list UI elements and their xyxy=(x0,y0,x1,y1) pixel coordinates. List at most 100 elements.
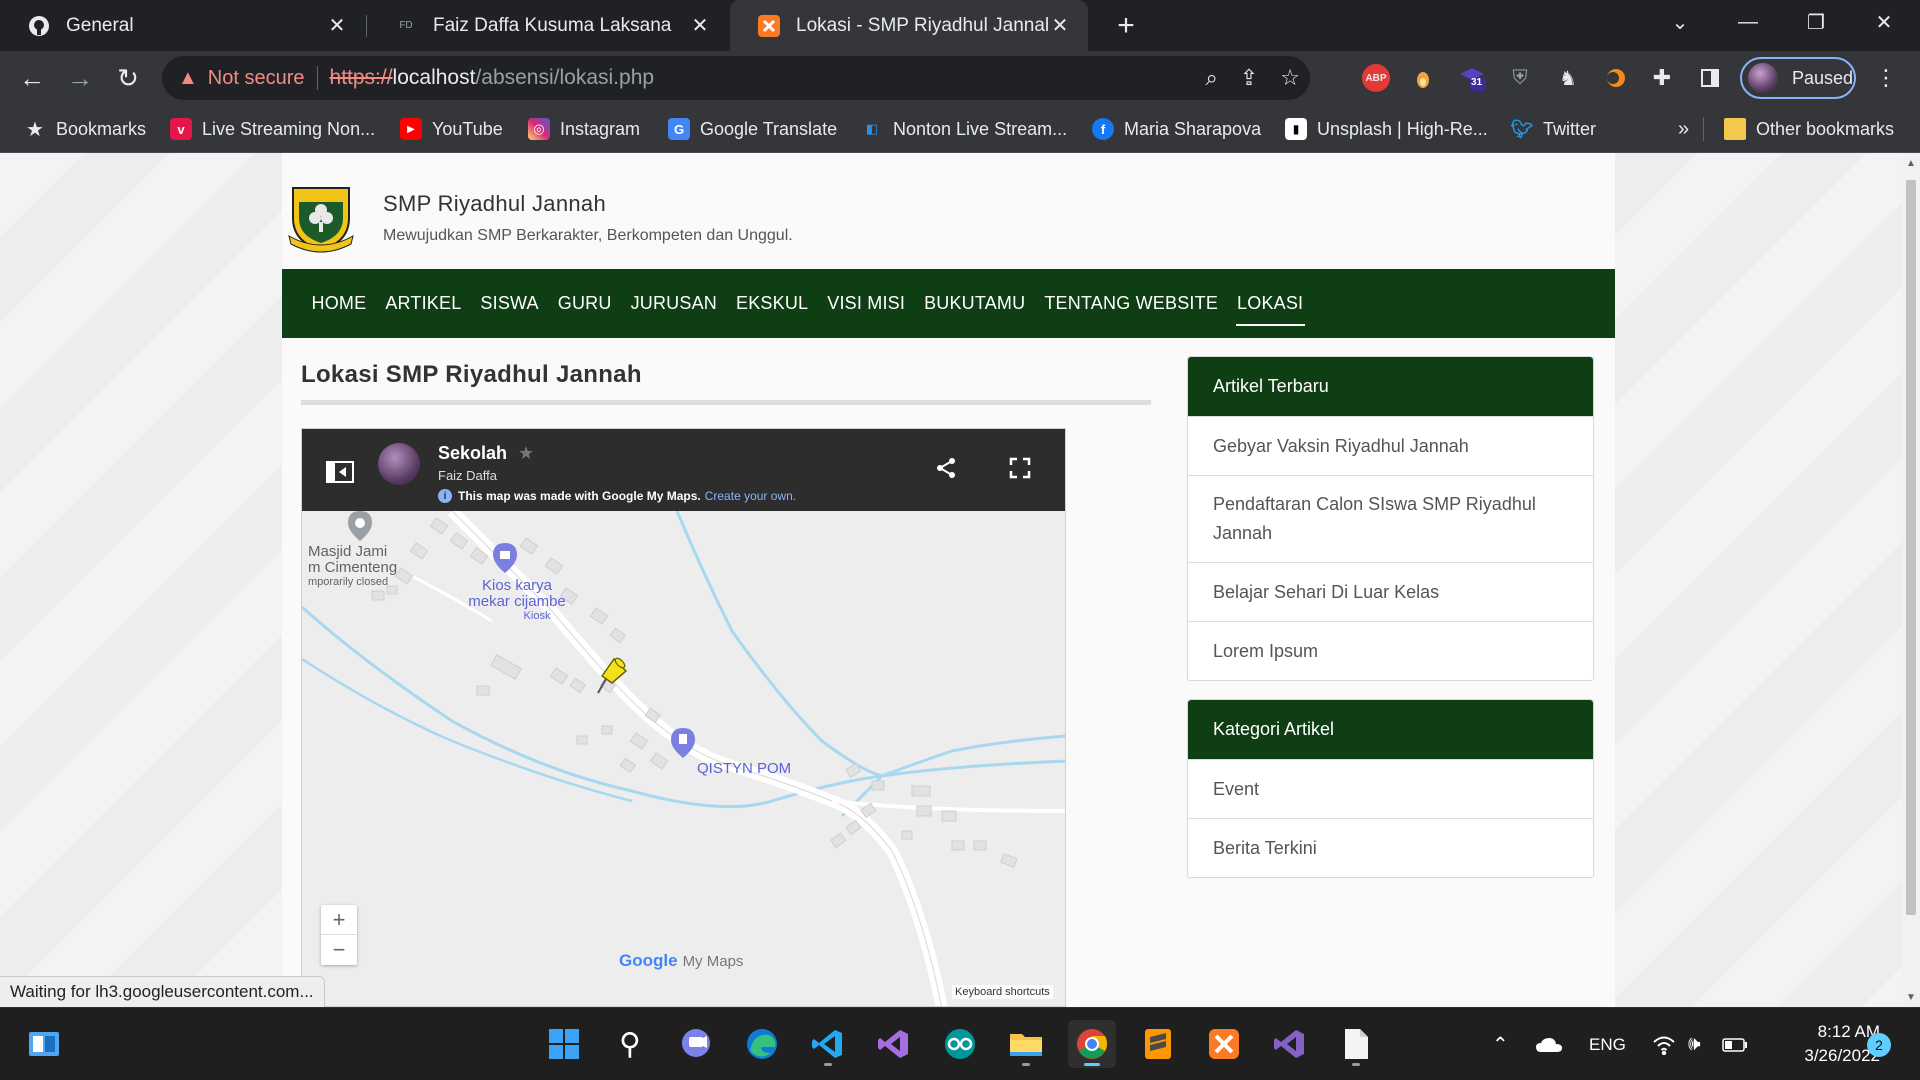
nav-bukutamu[interactable]: BUKUTAMU xyxy=(915,269,1035,338)
forward-icon[interactable]: → xyxy=(62,60,98,96)
place-label-mosque[interactable]: Masjid Jami m Cimenteng mporarily closed xyxy=(308,544,397,589)
address-divider xyxy=(316,66,318,90)
nav-jurusan[interactable]: JURUSAN xyxy=(621,269,726,338)
nav-visi-misi[interactable]: VISI MISI xyxy=(818,269,915,338)
tab-general[interactable]: General ✕ xyxy=(0,0,365,51)
menu-kebab-icon[interactable]: ⋮ xyxy=(1872,64,1900,92)
site-name[interactable]: SMP Riyadhul Jannah xyxy=(383,191,793,217)
list-item[interactable]: Belajar Sehari Di Luar Kelas xyxy=(1188,562,1593,621)
scroll-thumb[interactable] xyxy=(1906,180,1916,915)
language-indicator[interactable]: ENG xyxy=(1589,1008,1626,1080)
bookmark-item[interactable]: ◎ Instagram xyxy=(528,105,640,153)
notification-badge[interactable]: 2 xyxy=(1867,1033,1891,1057)
list-item[interactable]: Lorem Ipsum xyxy=(1188,621,1593,680)
create-map-link[interactable]: Create your own. xyxy=(705,489,796,503)
bookmark-item[interactable]: ▮ Unsplash | High-Re... xyxy=(1285,105,1488,153)
close-icon[interactable]: ✕ xyxy=(688,14,712,38)
bookmark-item[interactable]: ▶ YouTube xyxy=(400,105,503,153)
chrome-icon[interactable] xyxy=(1068,1020,1116,1068)
teams-chat-icon[interactable] xyxy=(672,1020,720,1068)
nav-lokasi[interactable]: LOKASI xyxy=(1228,269,1313,338)
list-item[interactable]: Pendaftaran Calon SIswa SMP Riyadhul Jan… xyxy=(1188,475,1593,562)
new-tab-button[interactable]: + xyxy=(1108,8,1144,44)
nav-tentang-website[interactable]: TENTANG WEBSITE xyxy=(1035,269,1228,338)
onedrive-icon[interactable] xyxy=(1535,1008,1563,1080)
tab-lokasi[interactable]: Lokasi - SMP Riyadhul Jannah ✕ xyxy=(730,0,1088,51)
tab-title: Lokasi - SMP Riyadhul Jannah xyxy=(796,14,1048,36)
place-label-kiosk[interactable]: Kios karya mekar cijambe Kiosk xyxy=(462,578,572,623)
place-label-fuel[interactable]: QISTYN POM xyxy=(697,760,791,777)
security-label[interactable]: Not secure xyxy=(208,67,305,90)
list-item[interactable]: Event xyxy=(1188,759,1593,818)
bookmark-item[interactable]: v Live Streaming Non... xyxy=(170,105,375,153)
bookmark-item[interactable]: G Google Translate xyxy=(668,105,837,153)
side-panel-icon[interactable] xyxy=(1696,64,1724,92)
map-embed[interactable]: Sekolah ★ Faiz Daffa i This map was made… xyxy=(301,428,1066,1007)
volume-icon[interactable]: 🕪︎ xyxy=(1688,1008,1701,1080)
scroll-down-icon[interactable]: ▼ xyxy=(1902,989,1920,1005)
visual-studio-icon[interactable] xyxy=(1266,1020,1314,1068)
scroll-up-icon[interactable]: ▲ xyxy=(1902,155,1920,171)
extension-figure-icon[interactable]: ♞ xyxy=(1554,64,1582,92)
restore-icon[interactable]: ❐ xyxy=(1788,0,1844,44)
nav-siswa[interactable]: SISWA xyxy=(471,269,548,338)
bookmark-item[interactable]: ◧ Nonton Live Stream... xyxy=(861,105,1067,153)
list-item[interactable]: Gebyar Vaksin Riyadhul Jannah xyxy=(1188,416,1593,475)
edge-icon[interactable] xyxy=(738,1020,786,1068)
bookmark-star-icon[interactable]: ☆ xyxy=(1280,65,1300,91)
bookmark-label: Nonton Live Stream... xyxy=(893,118,1068,139)
start-icon[interactable] xyxy=(540,1020,588,1068)
zoom-out-button[interactable]: − xyxy=(321,935,357,965)
address-bar[interactable]: ▲ Not secure https:// localhost /absensi… xyxy=(162,56,1310,100)
keyboard-shortcuts-link[interactable]: Keyboard shortcuts xyxy=(952,985,1053,999)
fullscreen-icon[interactable] xyxy=(1009,457,1031,484)
bookmark-item[interactable]: 🐦︎ Twitter xyxy=(1511,105,1596,153)
wifi-icon[interactable] xyxy=(1652,1008,1676,1080)
map-legend-toggle-icon[interactable] xyxy=(326,461,354,488)
other-bookmarks[interactable]: Other bookmarks xyxy=(1724,105,1894,153)
star-icon[interactable]: ★ xyxy=(518,443,534,464)
close-icon[interactable]: ✕ xyxy=(1048,14,1072,38)
battery-icon[interactable] xyxy=(1722,1008,1748,1080)
tab-faiz[interactable]: FD Faiz Daffa Kusuma Laksana ✕ xyxy=(367,0,728,51)
tray-overflow-icon[interactable]: ⌃ xyxy=(1492,1008,1509,1080)
latest-articles-panel: Artikel Terbaru Gebyar Vaksin Riyadhul J… xyxy=(1187,356,1594,681)
minimize-icon[interactable]: — xyxy=(1720,0,1776,44)
nav-home[interactable]: HOME xyxy=(302,269,376,338)
extension-hat-icon[interactable]: 31 xyxy=(1458,64,1486,92)
extensions-puzzle-icon[interactable]: ✚ xyxy=(1648,64,1676,92)
bookmark-item[interactable]: ★ Bookmarks xyxy=(24,105,146,153)
bookmarks-overflow-button[interactable]: » xyxy=(1678,105,1689,153)
tab-search-icon[interactable]: ⌄ xyxy=(1652,0,1708,44)
map-canvas[interactable]: Masjid Jami m Cimenteng mporarily closed… xyxy=(302,506,1065,1006)
window-close-icon[interactable]: ✕ xyxy=(1856,0,1912,44)
extension-flame-icon[interactable] xyxy=(1409,64,1437,92)
extension-orange-icon[interactable] xyxy=(1602,64,1630,92)
zoom-in-button[interactable]: + xyxy=(321,905,357,935)
nav-guru[interactable]: GURU xyxy=(548,269,621,338)
bookmark-item[interactable]: f Maria Sharapova xyxy=(1092,105,1261,153)
list-item[interactable]: Berita Terkini xyxy=(1188,818,1593,877)
shield-icon[interactable]: ⛨ xyxy=(1506,64,1534,92)
share-icon[interactable]: ⇪ xyxy=(1240,65,1258,91)
page-scrollbar[interactable]: ▲ ▼ xyxy=(1902,153,1920,1007)
file-icon[interactable] xyxy=(1332,1020,1380,1068)
arduino-icon[interactable] xyxy=(936,1020,984,1068)
back-icon[interactable]: ← xyxy=(14,60,50,96)
task-view-icon[interactable] xyxy=(20,1020,68,1068)
share-icon[interactable] xyxy=(935,457,957,484)
system-clock[interactable]: 8:12 AM 3/26/2022 xyxy=(1765,1020,1880,1068)
reload-icon[interactable]: ↻ xyxy=(110,60,146,96)
xampp-icon[interactable] xyxy=(1200,1020,1248,1068)
visual-studio-icon[interactable] xyxy=(870,1020,918,1068)
sublime-icon[interactable] xyxy=(1134,1020,1182,1068)
profile-button[interactable]: Paused xyxy=(1740,57,1856,99)
adblock-icon[interactable]: ABP xyxy=(1362,64,1390,92)
vscode-icon[interactable] xyxy=(804,1020,852,1068)
search-icon[interactable]: ⚲ xyxy=(606,1020,654,1068)
nav-artikel[interactable]: ARTIKEL xyxy=(376,269,471,338)
zoom-icon[interactable]: ⌕ xyxy=(1206,65,1218,91)
file-explorer-icon[interactable] xyxy=(1002,1020,1050,1068)
nav-ekskul[interactable]: EKSKUL xyxy=(727,269,818,338)
close-icon[interactable]: ✕ xyxy=(325,14,349,38)
